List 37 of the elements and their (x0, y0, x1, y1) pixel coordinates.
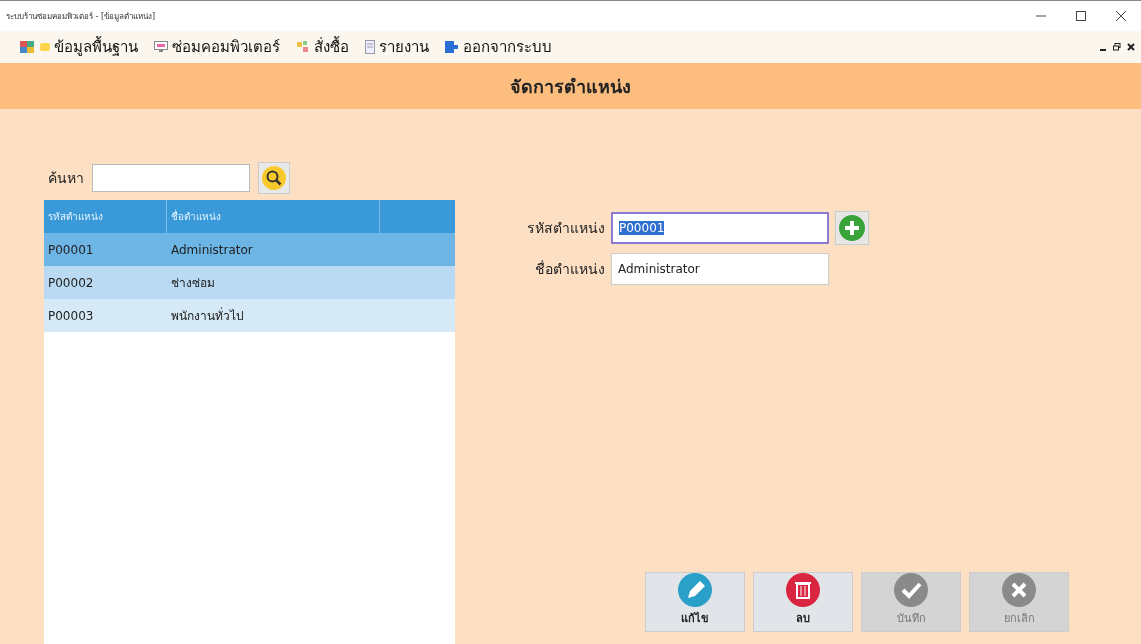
delete-button[interactable]: ลบ (753, 572, 853, 632)
menu-item[interactable]: สั่งซื้อ (296, 35, 349, 59)
child-restore-icon[interactable] (1113, 43, 1121, 51)
search-button[interactable] (258, 161, 290, 194)
check-icon (894, 573, 928, 607)
table-cell-text: P00002 (47, 274, 95, 292)
table-row[interactable]: P00003 พนักงานทั่วไป (44, 299, 455, 332)
app-icon (20, 41, 34, 53)
plus-icon (839, 215, 865, 241)
edit-button[interactable]: แก้ไข (645, 572, 745, 632)
table-cell-text: ช่างซ่อม (170, 275, 216, 292)
menu-item[interactable]: รายงาน (365, 35, 429, 59)
search-icon (262, 165, 286, 190)
add-button[interactable] (835, 211, 869, 245)
table-row[interactable]: P00001 Administrator (44, 233, 455, 266)
text-field[interactable]: P00001 (611, 212, 829, 244)
table-cell-text: P00003 (47, 307, 95, 325)
child-close-icon[interactable] (1127, 43, 1135, 51)
maximize-icon (1075, 10, 1087, 22)
field-label: ชื่อตำแหน่ง (534, 259, 605, 279)
search-label: ค้นหา (48, 168, 84, 188)
table-cell-text: Administrator (170, 241, 254, 259)
menu-item[interactable]: ข้อมูลพื้นฐาน (40, 35, 138, 59)
window-title: ระบบร้านซ่อมคอมพิวเตอร์ - [ข้อมูลตำแหน่ง] (6, 10, 157, 23)
close-icon (1115, 10, 1127, 22)
page-title: จัดการตำแหน่ง (510, 74, 631, 99)
trash-icon (786, 573, 820, 607)
field-label: รหัสตำแหน่ง (526, 219, 605, 238)
x-icon (1002, 573, 1036, 607)
table-row[interactable]: P00002 ช่างซ่อม (44, 266, 455, 299)
table-cell-text: P00001 (47, 241, 95, 259)
menu-item[interactable]: ซ่อมคอมพิวเตอร์ (154, 35, 280, 59)
pencil-icon (678, 573, 712, 607)
menu-item[interactable]: ออกจากระบบ (445, 35, 552, 59)
text-field[interactable]: Administrator (611, 253, 829, 285)
search-field[interactable] (92, 163, 250, 192)
table-cell-text: พนักงานทั่วไป (170, 306, 245, 325)
